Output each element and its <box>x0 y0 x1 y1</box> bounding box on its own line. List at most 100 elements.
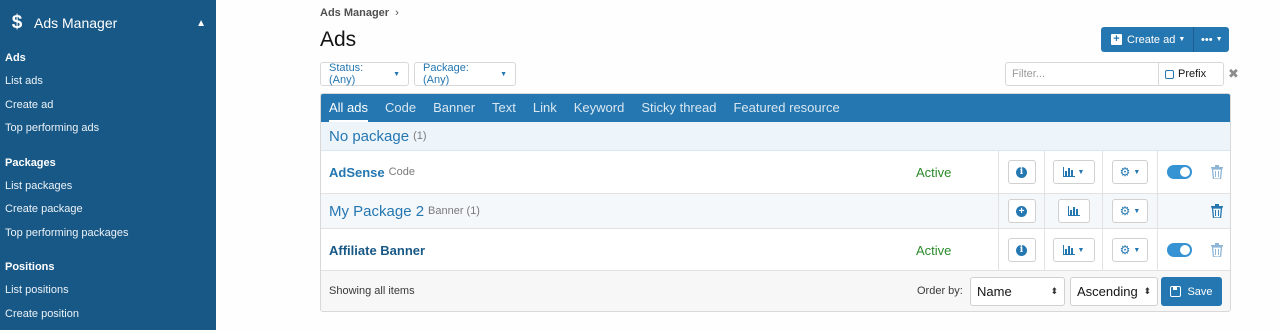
sidebar-section-packages: Packages List packages Create package To… <box>0 151 216 246</box>
info-cell: i <box>998 229 1044 271</box>
bar-chart-icon <box>1067 206 1080 216</box>
group-title[interactable]: No package <box>329 128 409 145</box>
sidebar-item-create-ad[interactable]: Create ad <box>5 94 216 118</box>
tab-all-ads[interactable]: All ads <box>329 94 369 122</box>
order-by-label: Order by: <box>917 285 963 297</box>
ad-name[interactable]: Affiliate Banner <box>329 229 425 271</box>
sidebar-item-list-ads[interactable]: List ads <box>5 70 216 94</box>
order-direction-select[interactable]: Ascending ⬍ <box>1070 277 1158 306</box>
settings-button[interactable]: ⚙ ▼ <box>1112 160 1148 184</box>
checkbox-icon <box>1165 69 1174 79</box>
add-cell: + <box>998 194 1044 228</box>
sidebar: $ Ads Manager ▲ Ads List ads Create ad T… <box>0 0 216 330</box>
breadcrumb-separator: › <box>395 7 399 19</box>
list-footer: Showing all items Order by: Name ⬍ Ascen… <box>321 270 1230 311</box>
stats-button[interactable]: ▼ <box>1052 160 1095 184</box>
breadcrumb: Ads Manager › <box>320 7 399 19</box>
order-direction-value: Ascending <box>1077 284 1138 299</box>
page-title: Ads <box>320 28 357 51</box>
active-toggle[interactable] <box>1167 243 1192 257</box>
sidebar-item-top-performing-ads[interactable]: Top performing ads <box>5 117 216 141</box>
tab-code[interactable]: Code <box>385 94 416 122</box>
ellipsis-icon: ••• <box>1201 33 1213 46</box>
sidebar-title: Ads Manager <box>34 15 118 31</box>
tab-featured-resource[interactable]: Featured resource <box>733 94 839 122</box>
create-ad-button[interactable]: + Create ad ▼ <box>1101 27 1195 52</box>
gear-icon: ⚙ <box>1119 243 1131 257</box>
chevron-up-icon[interactable]: ▲ <box>196 18 206 29</box>
package-type: Banner <box>428 205 464 217</box>
caret-down-icon: ▼ <box>393 70 400 78</box>
ad-title[interactable]: Affiliate Banner <box>329 243 425 258</box>
caret-down-icon: ▼ <box>1077 246 1085 254</box>
gear-icon: ⚙ <box>1119 165 1131 179</box>
caret-down-icon: ▼ <box>1178 36 1186 43</box>
tab-link[interactable]: Link <box>533 94 557 122</box>
filter-input[interactable]: Filter... <box>1005 62 1158 86</box>
sidebar-section-positions: Positions List positions Create position <box>0 255 216 326</box>
order-field-select[interactable]: Name ⬍ <box>970 277 1065 306</box>
package-title[interactable]: My Package 2 <box>329 203 424 220</box>
package-name[interactable]: My Package 2 Banner (1) <box>329 194 480 228</box>
delete-cell <box>1201 151 1230 193</box>
tab-banner[interactable]: Banner <box>433 94 475 122</box>
stats-button[interactable]: ▼ <box>1052 238 1095 262</box>
trash-icon[interactable] <box>1210 165 1223 179</box>
sidebar-item-create-position[interactable]: Create position <box>5 303 216 327</box>
clear-filter-icon[interactable]: ✖ <box>1228 66 1239 82</box>
sidebar-item-list-positions[interactable]: List positions <box>5 279 216 303</box>
tab-text[interactable]: Text <box>492 94 516 122</box>
settings-button[interactable]: ⚙ ▼ <box>1112 199 1148 223</box>
status-filter-button[interactable]: Status: (Any) ▼ <box>320 62 409 86</box>
prefix-checkbox[interactable]: Prefix <box>1158 62 1224 86</box>
status-filter-label: Status: (Any) <box>329 62 364 86</box>
select-arrows-icon: ⬍ <box>1143 286 1151 296</box>
trash-icon[interactable] <box>1210 204 1223 218</box>
sidebar-item-create-package[interactable]: Create package <box>5 198 216 222</box>
main-content: Ads Manager › Ads + Create ad ▼ ••• ▼ St… <box>216 0 1280 330</box>
ads-list-panel: All ads Code Banner Text Link Keyword St… <box>320 93 1231 312</box>
info-button[interactable]: i <box>1007 160 1036 184</box>
settings-button[interactable]: ⚙ ▼ <box>1112 238 1148 262</box>
sidebar-heading-positions: Positions <box>5 261 55 273</box>
status-text: Active <box>916 164 952 180</box>
settings-cell: ⚙ ▼ <box>1102 151 1157 193</box>
caret-down-icon: ▼ <box>1077 168 1085 176</box>
sidebar-heading-ads: Ads <box>5 52 26 64</box>
stats-cell: ▼ <box>1044 151 1102 193</box>
add-to-package-button[interactable]: + <box>1007 199 1036 223</box>
plus-circle-icon: + <box>1016 205 1027 217</box>
info-cell: i <box>998 151 1044 193</box>
showing-items-text: Showing all items <box>329 285 415 297</box>
sidebar-item-top-performing-packages[interactable]: Top performing packages <box>5 222 216 246</box>
order-field-value: Name <box>977 284 1012 299</box>
sidebar-heading-packages: Packages <box>5 156 56 169</box>
stats-button[interactable] <box>1057 199 1090 223</box>
bar-chart-icon <box>1062 245 1075 255</box>
breadcrumb-ads-manager[interactable]: Ads Manager <box>320 7 389 19</box>
sidebar-header[interactable]: $ Ads Manager ▲ <box>0 0 216 46</box>
tab-sticky-thread[interactable]: Sticky thread <box>641 94 716 122</box>
more-actions-button[interactable]: ••• ▼ <box>1194 27 1229 52</box>
info-button[interactable]: i <box>1007 238 1036 262</box>
ad-title[interactable]: AdSense <box>329 165 385 180</box>
sidebar-item-list-packages[interactable]: List packages <box>5 175 216 199</box>
save-icon <box>1170 286 1182 297</box>
save-button[interactable]: Save <box>1161 277 1222 306</box>
plus-square-icon: + <box>1111 34 1122 45</box>
gear-icon: ⚙ <box>1119 204 1131 218</box>
package-row: My Package 2 Banner (1) + ⚙ ▼ <box>321 194 1230 229</box>
package-filter-label: Package: (Any) <box>423 62 469 86</box>
settings-cell: ⚙ ▼ <box>1102 229 1157 271</box>
package-filter-button[interactable]: Package: (Any) ▼ <box>414 62 516 86</box>
active-toggle[interactable] <box>1167 165 1192 179</box>
stats-cell <box>1044 194 1102 228</box>
tab-bar: All ads Code Banner Text Link Keyword St… <box>321 94 1230 122</box>
empty-cell <box>1157 194 1201 228</box>
ad-name[interactable]: AdSense Code <box>329 151 415 193</box>
caret-down-icon: ▼ <box>1133 168 1141 176</box>
trash-icon[interactable] <box>1210 243 1223 257</box>
toggle-cell <box>1157 151 1201 193</box>
delete-cell <box>1201 229 1230 271</box>
tab-keyword[interactable]: Keyword <box>574 94 625 122</box>
